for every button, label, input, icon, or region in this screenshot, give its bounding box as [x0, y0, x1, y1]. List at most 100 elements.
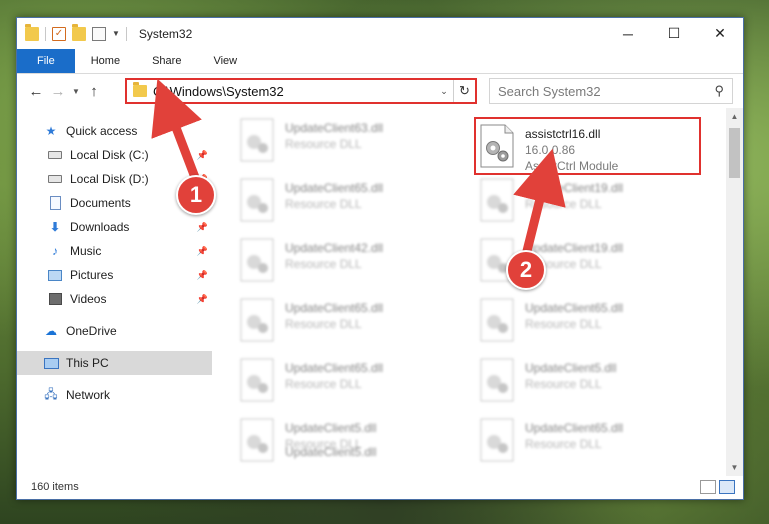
file-name: UpdateClient19.dll	[525, 241, 624, 255]
details-view-icon[interactable]	[700, 480, 716, 494]
file-name: UpdateClient65.dll	[285, 301, 384, 315]
sidebar-item-downloads[interactable]: ⬇ Downloads 📌	[17, 215, 212, 239]
back-arrow-icon[interactable]: ←	[25, 83, 47, 100]
file-type: Resource DLL	[525, 317, 602, 331]
address-bar[interactable]: C:\Windows\System32 ⌄ ↻	[125, 78, 477, 104]
folder-icon	[25, 23, 39, 41]
file-type: Resource DLL	[525, 377, 602, 391]
up-arrow-icon[interactable]: ↑	[83, 83, 105, 100]
sidebar-item-label: Local Disk (C:)	[70, 148, 149, 162]
close-button[interactable]: ✕	[697, 18, 743, 49]
chevron-down-icon[interactable]: ⌄	[435, 86, 453, 97]
tab-home[interactable]: Home	[75, 49, 136, 73]
file-name: UpdateClient65.dll	[525, 421, 624, 435]
ribbon-tabs: File Home Share View	[17, 49, 743, 74]
pin-icon[interactable]: 📌	[197, 294, 208, 305]
maximize-button[interactable]: ☐	[651, 18, 697, 49]
videos-icon	[48, 293, 62, 305]
scrollbar-thumb[interactable]	[729, 128, 740, 178]
sidebar-item-videos[interactable]: Videos 📌	[17, 287, 212, 311]
sidebar-item-label: Downloads	[70, 220, 130, 234]
sidebar-item-onedrive[interactable]: ☁ OneDrive	[17, 319, 212, 343]
search-box[interactable]: Search System32 ⚲	[489, 78, 733, 104]
file-name: UpdateClient65.dll	[525, 301, 624, 315]
minimize-button[interactable]: ─	[605, 18, 651, 49]
file-type: Resource DLL	[285, 317, 362, 331]
sidebar-item-label: Videos	[70, 292, 107, 306]
dll-file-icon	[240, 358, 274, 402]
window-title: System32	[138, 26, 193, 41]
dll-file-icon	[240, 178, 274, 222]
title-bar: ✓ ▼ System32 ─ ☐ ✕	[17, 18, 743, 49]
disk-icon	[48, 175, 62, 183]
file-item[interactable]: UpdateClient65.dll Resource DLL	[478, 414, 708, 470]
sidebar-item-network[interactable]: 🖧 Network	[17, 383, 212, 407]
sidebar-item-quick-access[interactable]: ★ Quick access	[17, 119, 212, 143]
refresh-icon[interactable]: ↻	[453, 80, 475, 102]
file-explorer-window: ✓ ▼ System32 ─ ☐ ✕ File Home Share View …	[16, 17, 744, 500]
folder-icon	[133, 82, 147, 97]
sidebar-item-pictures[interactable]: Pictures 📌	[17, 263, 212, 287]
recent-locations-chevron-icon[interactable]: ▼	[69, 87, 83, 96]
file-type: Resource DLL	[525, 437, 602, 451]
new-folder-icon[interactable]	[72, 23, 86, 41]
file-item[interactable]: UpdateClient65.dll Resource DLL	[238, 354, 468, 410]
customize-icon[interactable]	[92, 26, 106, 41]
file-item[interactable]: UpdateClient65.dll Resource DLL	[238, 174, 468, 230]
file-item[interactable]: UpdateClient5.dll	[238, 438, 468, 468]
file-item[interactable]: UpdateClient42.dll Resource DLL	[238, 234, 468, 290]
file-name: UpdateClient19.dll	[525, 181, 624, 195]
file-name: UpdateClient65.dll	[285, 361, 384, 375]
sidebar-item-label: Music	[70, 244, 102, 258]
sidebar-item-music[interactable]: ♪ Music 📌	[17, 239, 212, 263]
dll-file-icon	[480, 418, 514, 462]
address-path[interactable]: C:\Windows\System32	[153, 84, 435, 99]
scroll-up-icon[interactable]: ▲	[726, 108, 743, 125]
toolbar-divider	[45, 26, 46, 41]
music-icon: ♪	[52, 244, 58, 258]
documents-icon	[49, 196, 61, 210]
forward-arrow-icon[interactable]: →	[47, 83, 69, 100]
chevron-down-icon[interactable]: ▼	[112, 29, 120, 38]
file-item[interactable]: UpdateClient19.dll Resource DLL	[478, 174, 708, 230]
file-type: Resource DLL	[285, 257, 362, 271]
dll-file-icon	[480, 298, 514, 342]
file-name: UpdateClient42.dll	[285, 241, 384, 255]
properties-check-icon[interactable]: ✓	[52, 26, 66, 41]
scroll-down-icon[interactable]: ▼	[726, 459, 743, 476]
sidebar-item-this-pc[interactable]: This PC	[17, 351, 212, 375]
vertical-scrollbar[interactable]: ▲ ▼	[726, 108, 743, 476]
file-item[interactable]: UpdateClient65.dll Resource DLL	[478, 294, 708, 350]
computer-icon	[43, 357, 59, 369]
window-controls: ─ ☐ ✕	[605, 18, 743, 49]
tab-file[interactable]: File	[17, 49, 75, 73]
pin-icon[interactable]: 📌	[197, 150, 208, 161]
file-name: UpdateClient5.dll	[285, 421, 377, 435]
sidebar-item-label: Network	[66, 388, 111, 402]
disk-icon	[48, 151, 62, 159]
sidebar-item-label: Pictures	[70, 268, 114, 282]
file-name: UpdateClient5.dll	[525, 361, 617, 375]
network-icon: 🖧	[44, 386, 58, 401]
navigation-pane: ★ Quick access Local Disk (C:) 📌 Local D…	[17, 108, 212, 476]
pin-icon[interactable]: 📌	[197, 270, 208, 281]
search-input[interactable]: Search System32	[498, 84, 714, 99]
cloud-icon: ☁	[45, 324, 57, 338]
file-item[interactable]: UpdateClient5.dll Resource DLL	[478, 354, 708, 410]
file-name: UpdateClient63.dll	[285, 121, 384, 135]
file-item[interactable]: UpdateClient65.dll Resource DLL	[238, 294, 468, 350]
search-icon[interactable]: ⚲	[714, 83, 724, 99]
file-item[interactable]: UpdateClient63.dll Resource DLL	[238, 114, 468, 170]
sidebar-item-local-disk-c[interactable]: Local Disk (C:) 📌	[17, 143, 212, 167]
sidebar-item-label: This PC	[66, 356, 109, 370]
pin-icon[interactable]: 📌	[197, 246, 208, 257]
tab-view[interactable]: View	[197, 49, 253, 73]
navigation-bar: ← → ▼ ↑ C:\Windows\System32 ⌄ ↻ Search S…	[17, 74, 743, 108]
pin-icon[interactable]: 📌	[197, 222, 208, 233]
tiles-view-icon[interactable]	[719, 480, 735, 494]
dll-file-icon	[480, 178, 514, 222]
pictures-icon	[48, 269, 62, 281]
tab-share[interactable]: Share	[136, 49, 197, 73]
download-icon: ⬇	[49, 220, 61, 234]
dll-file-icon	[480, 358, 514, 402]
